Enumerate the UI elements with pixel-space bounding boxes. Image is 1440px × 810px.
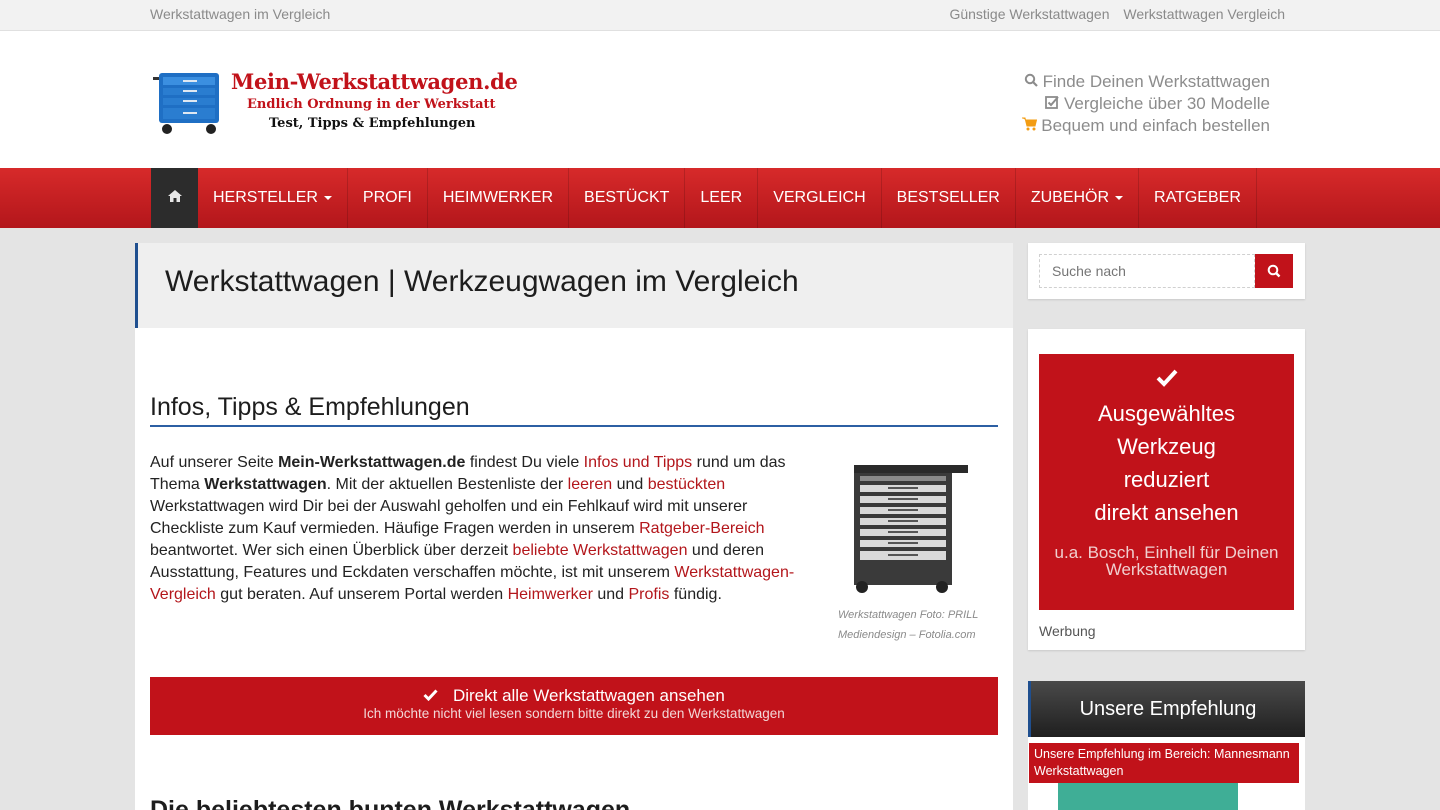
intro-text: beantwortet. Wer sich einen Überblick üb…: [150, 542, 513, 559]
top-links: Günstige Werkstattwagen Werkstattwagen V…: [939, 6, 1285, 22]
search-widget: [1028, 243, 1305, 299]
link-infos-tipps[interactable]: Infos und Tipps: [584, 454, 693, 471]
recommendation-label[interactable]: Unsere Empfehlung im Bereich: Mannesmann…: [1029, 743, 1299, 783]
search-input[interactable]: [1039, 254, 1255, 288]
recommendation-title: Unsere Empfehlung: [1028, 681, 1305, 737]
feature-compare-text: Vergleiche über 30 Modelle: [1063, 94, 1270, 113]
site-header: Mein-Werkstattwagen.de Endlich Ordnung i…: [0, 31, 1440, 168]
nav-label-ratgeber: Ratgeber: [1154, 189, 1241, 206]
nav-item-hersteller[interactable]: Hersteller: [198, 168, 348, 228]
intro-text: und: [592, 586, 629, 603]
feature-find-text: Finde Deinen Werkstattwagen: [1042, 72, 1270, 91]
image-caption: Werkstattwagen Foto: PRILL Mediendesign …: [838, 609, 979, 641]
main-content: Werkstattwagen | Werkzeugwagen im Vergle…: [135, 243, 1013, 810]
search-button[interactable]: [1255, 254, 1293, 288]
tool-cart-logo-icon: [153, 73, 219, 134]
check-square-icon: [1044, 93, 1060, 115]
top-link-guenstige[interactable]: Günstige Werkstattwagen: [949, 6, 1109, 22]
top-bar: Werkstattwagen im Vergleich Günstige Wer…: [0, 0, 1440, 31]
nav-home[interactable]: [151, 168, 198, 228]
logo-claim: Test, Tipps & Empfehlungen: [269, 116, 476, 131]
page-title-box: Werkstattwagen | Werkzeugwagen im Vergle…: [135, 243, 1013, 328]
feature-compare: Vergleiche über 30 Modelle: [1021, 93, 1270, 115]
link-heimwerker[interactable]: Heimwerker: [508, 586, 593, 603]
ad-line: Werkzeug: [1117, 434, 1216, 459]
site-logo[interactable]: Mein-Werkstattwagen.de Endlich Ordnung i…: [153, 69, 518, 135]
chevron-down-icon: [323, 196, 332, 200]
nav-label-zubehoer: Zubehör: [1030, 189, 1110, 206]
intro-figure: Werkstattwagen Foto: PRILL Mediendesign …: [838, 459, 988, 645]
intro-text: findest Du viele: [465, 454, 584, 471]
cta-subtitle: Ich möchte nicht viel lesen sondern bitt…: [363, 706, 785, 721]
tool-cart-image: [854, 465, 976, 593]
section-heading-box: Infos, Tipps & Empfehlungen: [150, 393, 998, 427]
nav-item-profi[interactable]: Profi: [348, 168, 428, 228]
feature-order: Bequem und einfach bestellen: [1021, 115, 1270, 137]
section-heading: Infos, Tipps & Empfehlungen: [150, 393, 470, 421]
check-icon: [423, 686, 453, 705]
link-beliebte-werkstattwagen[interactable]: beliebte Werkstattwagen: [513, 542, 688, 559]
nav-item-heimwerker[interactable]: Heimwerker: [428, 168, 570, 228]
nav-item-vergleich[interactable]: Vergleich: [758, 168, 882, 228]
intro-text: gut beraten. Auf unserem Portal werden: [215, 586, 508, 603]
next-section-heading: Die beliebtesten bunten Werkstattwagen: [150, 796, 631, 810]
nav-label-profi: Profi: [362, 189, 412, 206]
home-icon: [167, 189, 182, 207]
intro-text: Auf unserer Seite: [150, 454, 279, 471]
page-title: Werkstattwagen | Werkzeugwagen im Vergle…: [165, 265, 799, 298]
ad-line: Ausgewähltes: [1098, 401, 1235, 426]
nav-label-heimwerker: Heimwerker: [442, 189, 554, 206]
search-icon: [1023, 71, 1039, 93]
logo-title: Mein-Werkstattwagen.de: [231, 69, 518, 94]
search-icon: [1255, 264, 1293, 292]
intro-text: . Mit der aktuellen Bestenliste der: [326, 476, 568, 493]
nav-item-ratgeber[interactable]: Ratgeber: [1139, 168, 1257, 228]
intro-bold-site: Mein-Werkstattwagen.de: [278, 454, 466, 471]
view-all-button[interactable]: Direkt alle Werkstattwagen ansehen Ich m…: [150, 677, 998, 735]
intro-paragraph: Auf unserer Seite Mein-Werkstattwagen.de…: [150, 452, 825, 606]
nav-label-hersteller: Hersteller: [213, 189, 318, 206]
ad-subtext: u.a. Bosch, Einhell für Deinen Werkstatt…: [1054, 543, 1279, 579]
ad-label: Werbung: [1039, 623, 1096, 639]
ad-headline: Ausgewähltes Werkzeug reduziert direkt a…: [1039, 397, 1294, 529]
nav-label-leer: Leer: [700, 189, 743, 206]
ad-line: direkt ansehen: [1094, 500, 1239, 525]
site-tagline: Werkstattwagen im Vergleich: [150, 6, 331, 22]
nav-label-bestseller: Bestseller: [896, 189, 1000, 206]
nav-item-zubehoer[interactable]: Zubehör: [1016, 168, 1140, 228]
link-leeren[interactable]: leeren: [568, 476, 612, 493]
chevron-down-icon: [1115, 196, 1124, 200]
nav-item-bestueckt[interactable]: Bestückt: [569, 168, 686, 228]
logo-subtitle: Endlich Ordnung in der Werkstatt: [247, 97, 496, 112]
link-ratgeber-bereich[interactable]: Ratgeber-Bereich: [639, 520, 764, 537]
link-bestueckten[interactable]: bestückten: [648, 476, 725, 493]
ad-line: reduziert: [1123, 467, 1210, 492]
check-icon: [1039, 369, 1294, 391]
nav-item-bestseller[interactable]: Bestseller: [882, 168, 1016, 228]
cta-title-row: Direkt alle Werkstattwagen ansehen: [150, 686, 998, 706]
main-navigation: Hersteller Profi Heimwerker Bestückt Lee…: [0, 168, 1440, 228]
ad-widget: Ausgewähltes Werkzeug reduziert direkt a…: [1028, 329, 1305, 650]
intro-bold-werkstattwagen: Werkstattwagen: [204, 476, 327, 493]
recommendation-widget: Unsere Empfehlung Unsere Empfehlung im B…: [1028, 681, 1305, 810]
intro-text: und: [612, 476, 648, 493]
header-features: Finde Deinen Werkstattwagen Vergleiche ü…: [1021, 71, 1270, 137]
nav-label-bestueckt: Bestückt: [584, 189, 670, 206]
cart-icon: [1021, 115, 1037, 137]
nav-item-leer[interactable]: Leer: [685, 168, 759, 228]
top-link-vergleich[interactable]: Werkstattwagen Vergleich: [1123, 6, 1285, 22]
link-profis[interactable]: Profis: [629, 586, 670, 603]
ad-banner[interactable]: Ausgewähltes Werkzeug reduziert direkt a…: [1039, 354, 1294, 610]
feature-find: Finde Deinen Werkstattwagen: [1021, 71, 1270, 93]
intro-text: fündig.: [669, 586, 722, 603]
cta-title: Direkt alle Werkstattwagen ansehen: [452, 686, 725, 705]
nav-label-vergleich: Vergleich: [773, 189, 866, 206]
feature-order-text: Bequem und einfach bestellen: [1041, 116, 1270, 135]
